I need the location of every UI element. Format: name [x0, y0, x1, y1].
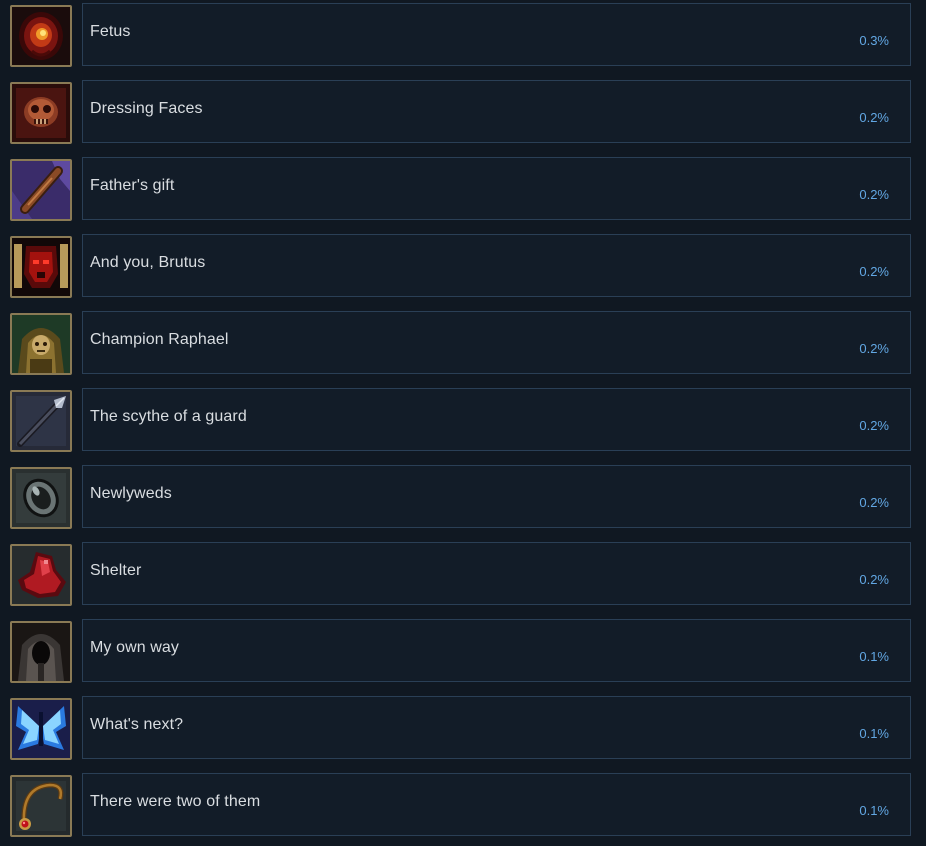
achievement-title: There were two of them — [90, 793, 261, 810]
achievement-row: My own way 0.1% — [0, 619, 926, 684]
achievement-title: Father's gift — [90, 177, 175, 194]
achievement-percent: 0.2% — [859, 187, 889, 202]
achievement-row: There were two of them 0.1% — [0, 773, 926, 838]
achievement-percent: 0.3% — [859, 33, 889, 48]
achievement-card: Fetus 0.3% — [82, 3, 911, 66]
achievement-row: Fetus 0.3% — [0, 3, 926, 68]
achievement-card: And you, Brutus 0.2% — [82, 234, 911, 297]
achievement-title: The scythe of a guard — [90, 408, 247, 425]
spear-icon — [10, 390, 72, 452]
achievement-percent: 0.1% — [859, 726, 889, 741]
achievement-percent: 0.2% — [859, 264, 889, 279]
achievement-row: What's next? 0.1% — [0, 696, 926, 761]
achievement-card: My own way 0.1% — [82, 619, 911, 682]
achievement-card: The scythe of a guard 0.2% — [82, 388, 911, 451]
achievement-title: My own way — [90, 639, 180, 656]
achievement-card: Father's gift 0.2% — [82, 157, 911, 220]
red-mask-icon — [10, 236, 72, 298]
achievement-row: Father's gift 0.2% — [0, 157, 926, 222]
achievement-row: The scythe of a guard 0.2% — [0, 388, 926, 453]
achievement-percent: 0.1% — [859, 649, 889, 664]
hooded-figure-icon — [10, 621, 72, 683]
achievement-title: Fetus — [90, 23, 131, 40]
achievement-row: And you, Brutus 0.2% — [0, 234, 926, 299]
hooded-champion-icon — [10, 313, 72, 375]
fetus-icon — [10, 5, 72, 67]
achievement-card: Newlyweds 0.2% — [82, 465, 911, 528]
achievement-percent: 0.1% — [859, 803, 889, 818]
achievement-card: Dressing Faces 0.2% — [82, 80, 911, 143]
amulet-icon — [10, 775, 72, 837]
achievement-title: Shelter — [90, 562, 142, 579]
achievement-row: Champion Raphael 0.2% — [0, 311, 926, 376]
ring-icon — [10, 467, 72, 529]
skull-face-icon — [10, 82, 72, 144]
achievement-row: Newlyweds 0.2% — [0, 465, 926, 530]
achievement-title: Dressing Faces — [90, 100, 203, 117]
achievement-row: Shelter 0.2% — [0, 542, 926, 607]
achievement-title: Champion Raphael — [90, 331, 229, 348]
achievement-list: Fetus 0.3% Dressing Faces 0.2% Father's … — [0, 0, 926, 846]
achievement-card: What's next? 0.1% — [82, 696, 911, 759]
achievement-percent: 0.2% — [859, 341, 889, 356]
achievement-card: Champion Raphael 0.2% — [82, 311, 911, 374]
achievement-title: And you, Brutus — [90, 254, 206, 271]
achievement-title: Newlyweds — [90, 485, 172, 502]
achievement-title: What's next? — [90, 716, 184, 733]
achievement-percent: 0.2% — [859, 572, 889, 587]
achievement-card: Shelter 0.2% — [82, 542, 911, 605]
achievement-percent: 0.2% — [859, 418, 889, 433]
achievement-row: Dressing Faces 0.2% — [0, 80, 926, 145]
achievement-card: There were two of them 0.1% — [82, 773, 911, 836]
achievement-percent: 0.2% — [859, 495, 889, 510]
achievement-percent: 0.2% — [859, 110, 889, 125]
butterfly-icon — [10, 698, 72, 760]
wooden-club-icon — [10, 159, 72, 221]
red-cloak-icon — [10, 544, 72, 606]
